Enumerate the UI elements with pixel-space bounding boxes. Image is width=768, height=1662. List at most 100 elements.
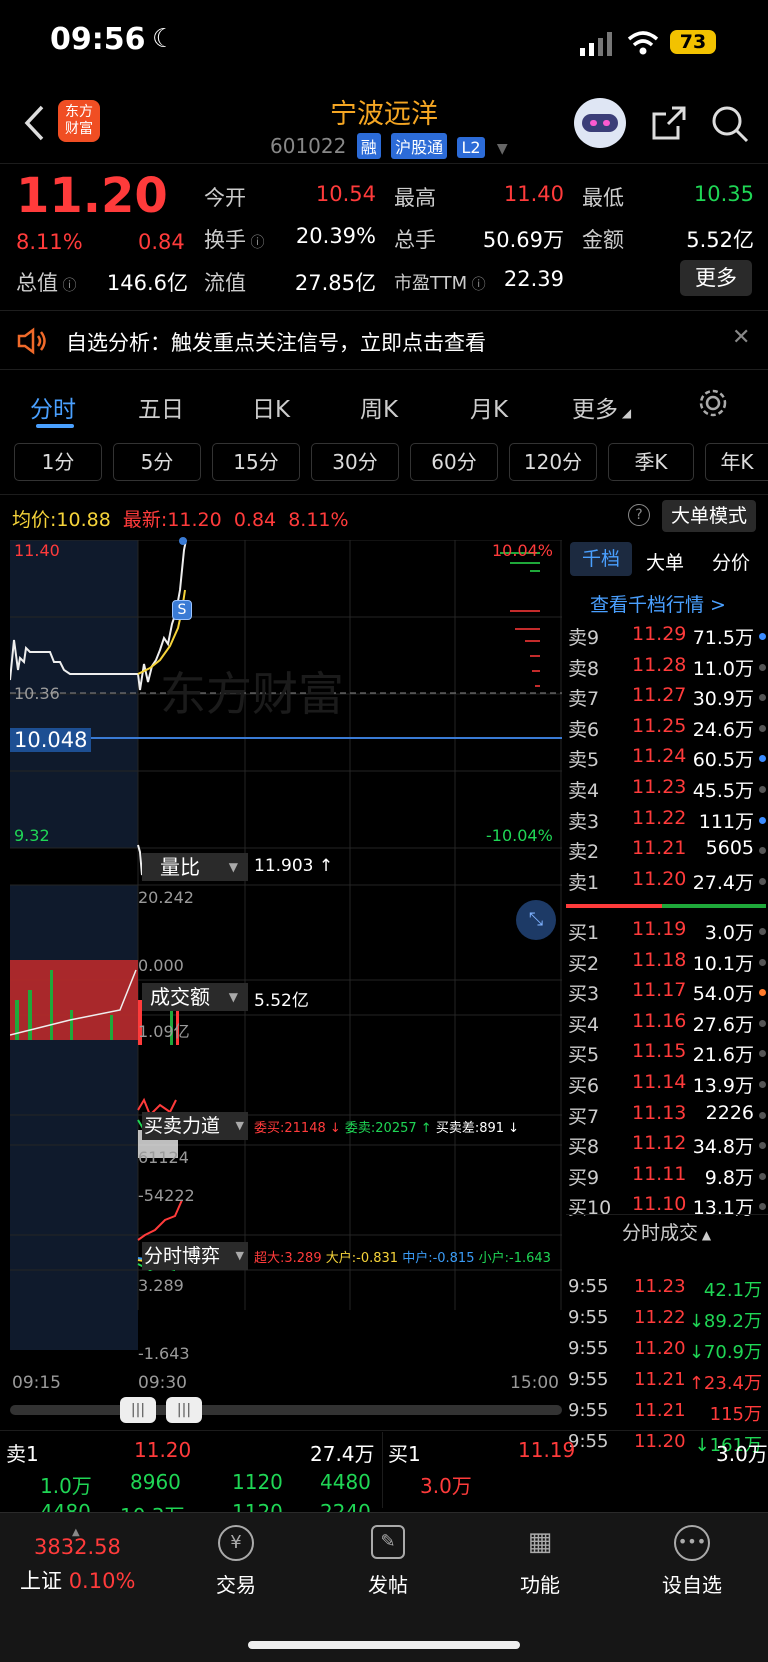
sell-level-row[interactable]: 卖3 11.22 111万: [566, 807, 766, 837]
y-bottom-label: 9.32: [14, 826, 50, 845]
add-watchlist-nav[interactable]: ••• 设自选: [642, 1525, 742, 1598]
trade-price: 11.22: [634, 1307, 686, 1328]
expand-icon[interactable]: ⤡: [516, 900, 556, 940]
volume-ratio-value: 11.903 ↑: [254, 856, 334, 876]
game-top: 3.289: [138, 1276, 184, 1295]
sell-level-volume: 111万: [698, 810, 754, 833]
buy-level-row[interactable]: 买2 11.18 10.1万: [566, 949, 766, 979]
tab-five-day[interactable]: 五日: [138, 390, 184, 424]
post-nav[interactable]: ✎ 发帖: [338, 1525, 438, 1598]
buy-level-row[interactable]: 买7 11.13 2226: [566, 1102, 766, 1132]
buy-level-label: 买3: [568, 983, 600, 1006]
period-60m[interactable]: 60分: [410, 443, 498, 481]
tab-intraday[interactable]: 分时: [30, 390, 76, 424]
buy-level-price: 11.10: [632, 1193, 687, 1216]
game-selector[interactable]: 分时博弈 ▼: [142, 1242, 248, 1270]
tab-month-k[interactable]: 月K: [470, 390, 508, 424]
time-axis-start: 09:15: [12, 1373, 61, 1393]
edit-icon: ✎: [371, 1525, 405, 1559]
book-tab-big-order[interactable]: 大单: [646, 548, 684, 575]
notice-bar[interactable]: 自选分析：触发重点关注信号，立即点击查看 ✕: [0, 310, 768, 370]
book-tabs: 千档 大单 分价: [566, 540, 768, 580]
s-marker-icon[interactable]: S: [172, 600, 192, 620]
status-dot-icon: [759, 786, 766, 793]
period-quarter-k[interactable]: 季K: [608, 443, 694, 481]
book-tab-thousand[interactable]: 千档: [570, 542, 632, 576]
field-label[interactable]: 市盈TTM ⓘ: [394, 269, 486, 295]
buy-level-row[interactable]: 买1 11.19 3.0万: [566, 918, 766, 948]
buy-level-volume: 34.8万: [692, 1136, 754, 1159]
turnover-selector[interactable]: 成交额 ▼: [142, 983, 248, 1011]
field-label: 金额: [582, 228, 624, 252]
moon-icon: ☾: [152, 24, 176, 54]
buy-level-row[interactable]: 买3 11.17 54.0万: [566, 979, 766, 1009]
total-value-label[interactable]: 总值 ⓘ: [16, 267, 76, 297]
share-icon[interactable]: [650, 104, 688, 142]
tab-week-k[interactable]: 周K: [360, 390, 398, 424]
gear-icon[interactable]: [698, 388, 728, 418]
view-thousand-link[interactable]: 查看千档行情 >: [590, 590, 726, 617]
period-30m[interactable]: 30分: [311, 443, 399, 481]
y-line-label[interactable]: 10.048: [10, 728, 92, 752]
sell-level-row[interactable]: 卖4 11.23 45.5万: [566, 776, 766, 806]
status-dot-icon: [759, 1203, 766, 1211]
tag-margin: 融: [356, 133, 381, 159]
buy-level-row[interactable]: 买8 11.12 34.8万: [566, 1132, 766, 1162]
period-year-k[interactable]: 年K: [705, 443, 768, 481]
status-dot-icon: [759, 694, 766, 702]
info-icon: ⓘ: [246, 235, 265, 251]
buy-level-volume: 10.1万: [692, 952, 754, 975]
buy-level-label: 买2: [568, 952, 600, 975]
sell-level-row[interactable]: 卖5 11.24 60.5万: [566, 745, 766, 775]
buy-level-volume: 9.8万: [704, 1166, 754, 1189]
more-button[interactable]: 更多: [680, 260, 752, 296]
y-bottom-pct-label: -10.04%: [486, 826, 553, 845]
period-1m[interactable]: 1分: [14, 443, 102, 481]
sell-level-row[interactable]: 卖2 11.21 5605: [566, 837, 766, 867]
close-icon[interactable]: ✕: [732, 325, 750, 350]
field-volume: 50.69万: [482, 228, 564, 252]
tab-more[interactable]: 更多 ◢: [572, 390, 631, 424]
range-handle-left[interactable]: |||: [120, 1397, 156, 1423]
range-scrollbar[interactable]: [10, 1405, 562, 1415]
stock-code-row[interactable]: 601022 融 沪股通 L2 ▼: [270, 133, 508, 159]
trade-nav[interactable]: ¥ 交易: [186, 1525, 286, 1598]
buy-level-label: 买9: [568, 1166, 600, 1189]
buy-level-row[interactable]: 买4 11.16 27.6万: [566, 1010, 766, 1040]
trade-time: 9:55: [568, 1369, 609, 1390]
buy-level-volume: 3.0万: [704, 922, 754, 944]
sell-level-row[interactable]: 卖1 11.20 27.4万: [566, 868, 766, 898]
search-icon[interactable]: [710, 104, 750, 144]
sell-level-row[interactable]: 卖7 11.27 30.9万: [566, 684, 766, 714]
power-selector[interactable]: 买卖力道 ▼: [142, 1112, 248, 1140]
change-pct: 8.11%: [16, 230, 83, 254]
field-label[interactable]: 换手 ⓘ: [204, 224, 264, 254]
big-order-mode-button[interactable]: 大单模式: [662, 500, 756, 532]
buy-level-volume: 13.1万: [692, 1197, 754, 1220]
buy-level-row[interactable]: 买9 11.11 9.8万: [566, 1163, 766, 1193]
index-ticker[interactable]: ▲ 3832.58 上证 0.10%: [20, 1527, 170, 1595]
book-tab-price[interactable]: 分价: [712, 548, 750, 575]
buy-level-row[interactable]: 买5 11.15 21.6万: [566, 1040, 766, 1070]
status-dot-icon: [759, 633, 766, 640]
help-icon[interactable]: ?: [628, 504, 650, 526]
buy-level-row[interactable]: 买6 11.14 13.9万: [566, 1071, 766, 1101]
volume-ratio-selector[interactable]: 量比 ▼: [142, 853, 248, 881]
period-120m[interactable]: 120分: [509, 443, 597, 481]
trades-title[interactable]: 分时成交 ▲: [622, 1218, 711, 1245]
period-5m[interactable]: 5分: [113, 443, 201, 481]
tab-day-k[interactable]: 日K: [252, 390, 290, 424]
field-low: 10.35: [693, 182, 754, 206]
sell-queue-item: 8960: [130, 1470, 181, 1494]
trade-price: 11.20: [634, 1431, 686, 1452]
battery-icon: 73: [670, 30, 716, 54]
sell-level-row[interactable]: 卖8 11.28 11.0万: [566, 654, 766, 684]
sell-level-row[interactable]: 卖9 11.29 71.5万: [566, 623, 766, 653]
function-nav[interactable]: ▦ 功能: [490, 1525, 590, 1598]
sell-level-row[interactable]: 卖6 11.25 24.6万: [566, 715, 766, 745]
trade-volume: 115万: [709, 1404, 762, 1425]
range-handle-right[interactable]: |||: [166, 1397, 202, 1423]
intraday-chart[interactable]: 东方财富: [10, 540, 562, 1350]
robot-avatar-icon[interactable]: [574, 98, 626, 148]
period-15m[interactable]: 15分: [212, 443, 300, 481]
